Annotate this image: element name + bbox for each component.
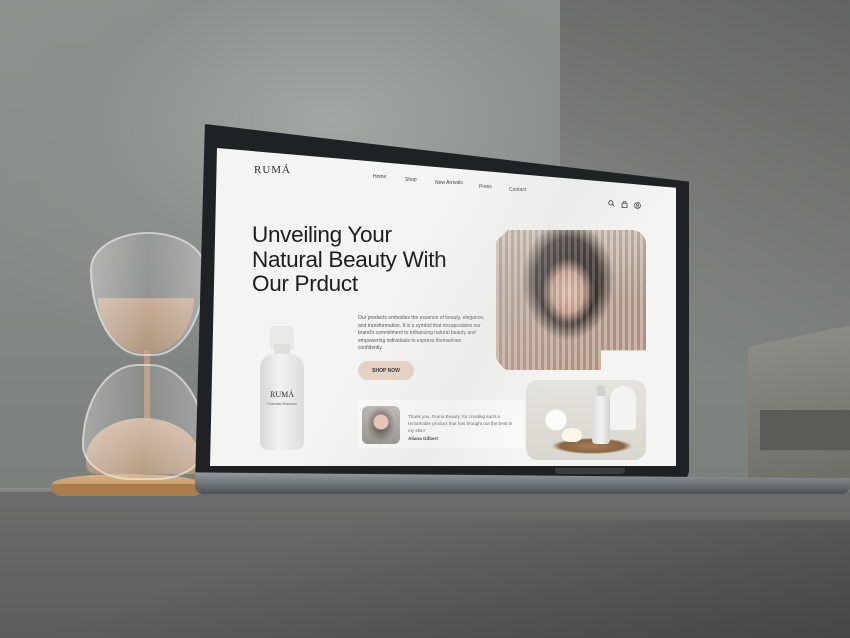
hourglass xyxy=(52,228,206,496)
main-nav: Home Shop New Arrivals Press Contact xyxy=(373,174,543,193)
hourglass-glass-bottom xyxy=(82,364,206,480)
glass-bottle xyxy=(592,396,610,444)
product-still-life-image xyxy=(526,380,646,460)
candle-cylinder xyxy=(610,386,636,430)
flower xyxy=(562,428,582,442)
nav-item-home[interactable]: Home xyxy=(373,174,386,180)
user-icon[interactable] xyxy=(634,196,641,209)
shop-now-button[interactable]: SHOP NOW xyxy=(358,361,414,380)
nav-item-press[interactable]: Press xyxy=(479,184,492,190)
model-portrait-image xyxy=(496,230,646,370)
bottle-brand: RUMÁ xyxy=(269,390,294,399)
avatar xyxy=(362,406,400,444)
bag-icon[interactable] xyxy=(621,195,628,209)
testimonial-card: Thank you, Ruma Beauty, for creating suc… xyxy=(358,400,524,448)
bottle-body: RUMÁ Essential Shampoo xyxy=(260,354,304,450)
laptop-notch xyxy=(555,468,625,474)
shampoo-bottle-image: RUMÁ Essential Shampoo xyxy=(260,326,304,450)
brand-logo[interactable]: RUMÁ xyxy=(254,164,291,176)
counter-shadow xyxy=(0,520,850,638)
hero-description: Our products embodies the essence of bea… xyxy=(358,315,485,352)
nav-item-shop[interactable]: Shop xyxy=(405,177,417,183)
search-icon[interactable] xyxy=(608,194,615,207)
hourglass-glass-top xyxy=(90,232,206,356)
laptop-screen: RUMÁ Home Shop New Arrivals Press Contac… xyxy=(210,148,676,466)
bottle-label: Essential Shampoo xyxy=(267,402,297,406)
stone-block-shade xyxy=(760,410,850,450)
nav-item-new-arrivals[interactable]: New Arrivals xyxy=(435,180,463,186)
hourglass-base-side xyxy=(52,484,202,496)
testimonial-quote: Thank you, Ruma Beauty, for creating suc… xyxy=(408,413,513,434)
nav-item-contact[interactable]: Contact xyxy=(509,187,526,193)
testimonial-author: Aliana Gilbert xyxy=(408,436,438,441)
hero-title: Unveiling Your Natural Beauty With Our P… xyxy=(252,222,447,297)
